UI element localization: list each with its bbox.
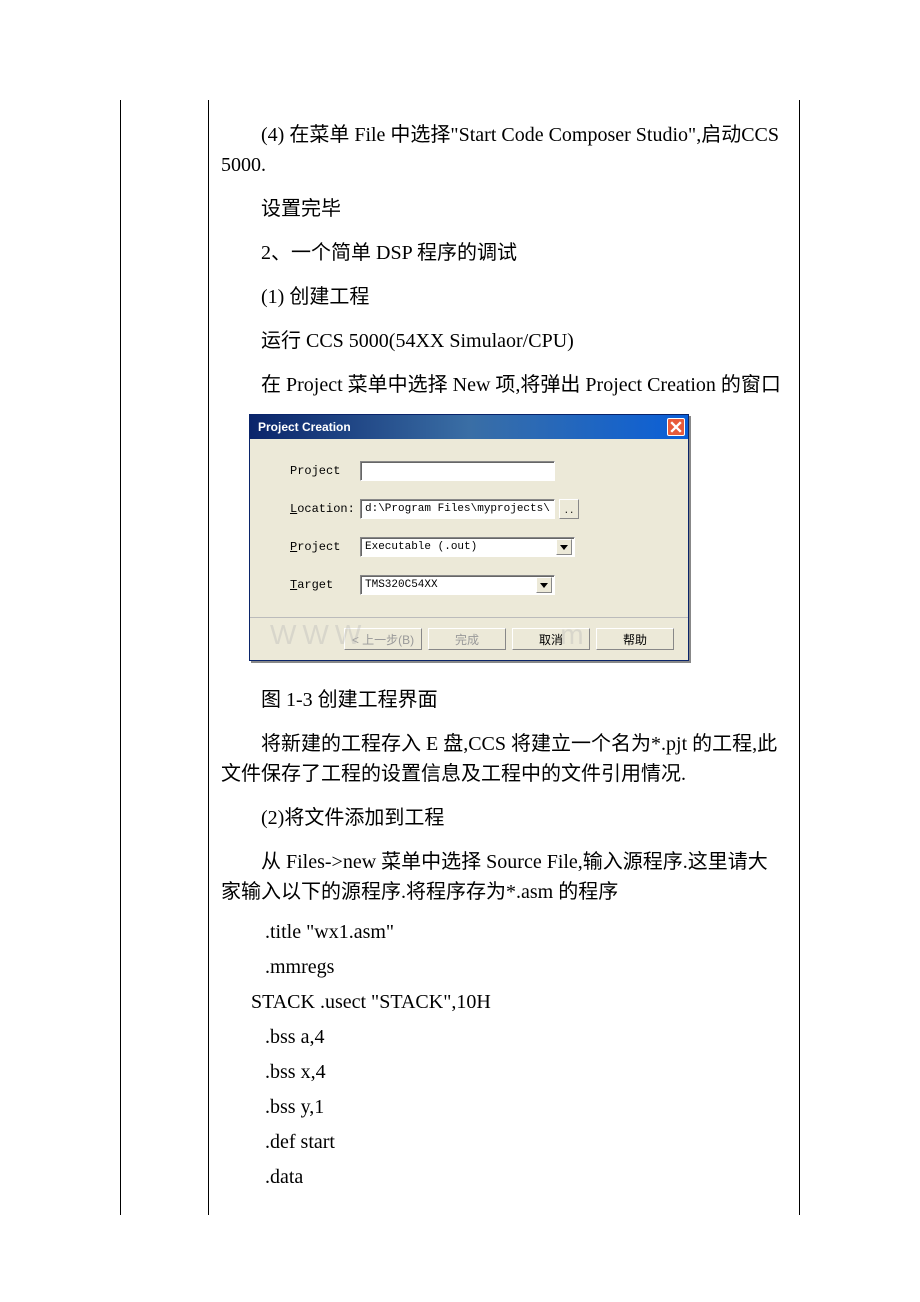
table-left-cell [121, 100, 209, 1215]
close-button[interactable] [667, 418, 685, 436]
paragraph: (1) 创建工程 [221, 282, 787, 312]
paragraph: 设置完毕 [221, 194, 787, 224]
select-target[interactable]: TMS320C54XX [360, 575, 555, 595]
chevron-down-icon [536, 577, 552, 593]
field-project-type: Project Executable (.out) [290, 537, 666, 557]
label-target: Target [290, 578, 360, 592]
code-line: .bss y,1 [221, 1096, 787, 1119]
input-location[interactable]: d:\Program Files\myprojects\ [360, 499, 555, 519]
select-value: Executable (.out) [365, 541, 477, 553]
code-line: .def start [221, 1131, 787, 1154]
figure-caption: 图 1-3 创建工程界面 [221, 685, 787, 715]
paragraph: (2)将文件添加到工程 [221, 803, 787, 833]
label-project: Project [290, 464, 360, 478]
code-line: STACK .usect "STACK",10H [221, 991, 787, 1014]
content-area: (4) 在菜单 File 中选择"Start Code Composer Stu… [209, 120, 799, 1189]
field-project-name: Project [290, 461, 666, 481]
paragraph: 将新建的工程存入 E 盘,CCS 将建立一个名为*.pjt 的工程,此文件保存了… [221, 729, 787, 789]
dialog-body: Project Location: d:\Program Files\mypro… [250, 439, 688, 617]
help-button[interactable]: 帮助 [596, 628, 674, 650]
code-line: .bss a,4 [221, 1026, 787, 1049]
field-target: Target TMS320C54XX [290, 575, 666, 595]
code-line: .data [221, 1166, 787, 1189]
field-location: Location: d:\Program Files\myprojects\ .… [290, 499, 666, 519]
text: (4) 在菜单 File 中选择"Start Code Composer Stu… [221, 124, 779, 176]
select-value: TMS320C54XX [365, 579, 438, 591]
titlebar: Project Creation [250, 415, 688, 439]
code-line: .bss x,4 [221, 1061, 787, 1084]
code-line: .title "wx1.asm" [221, 921, 787, 944]
paragraph: 从 Files->new 菜单中选择 Source File,输入源程序.这里请… [221, 847, 787, 907]
label-project-type: Project [290, 540, 360, 554]
text: 将新建的工程存入 E 盘,CCS 将建立一个名为*.pjt 的工程,此文件保存了… [221, 733, 777, 785]
label-location: Location: [290, 502, 360, 516]
input-project-name[interactable] [360, 461, 555, 481]
document-cell: (4) 在菜单 File 中选择"Start Code Composer Stu… [120, 100, 800, 1215]
paragraph: 在 Project 菜单中选择 New 项,将弹出 Project Creati… [221, 370, 787, 400]
code-line: .mmregs [221, 956, 787, 979]
paragraph: (4) 在菜单 File 中选择"Start Code Composer Stu… [221, 120, 787, 180]
dialog-title: Project Creation [258, 420, 351, 434]
watermark: WWW m [270, 619, 590, 651]
browse-button[interactable]: .. [559, 499, 579, 519]
paragraph: 运行 CCS 5000(54XX Simulaor/CPU) [221, 326, 787, 356]
close-icon [670, 421, 682, 433]
text: 从 Files->new 菜单中选择 Source File,输入源程序.这里请… [221, 851, 768, 903]
project-creation-dialog: Project Creation Project Location: d:\Pr… [249, 414, 689, 661]
select-project-type[interactable]: Executable (.out) [360, 537, 575, 557]
chevron-down-icon [556, 539, 572, 555]
text: 在 Project 菜单中选择 New 项,将弹出 Project Creati… [261, 374, 781, 396]
paragraph: 2、一个简单 DSP 程序的调试 [221, 238, 787, 268]
